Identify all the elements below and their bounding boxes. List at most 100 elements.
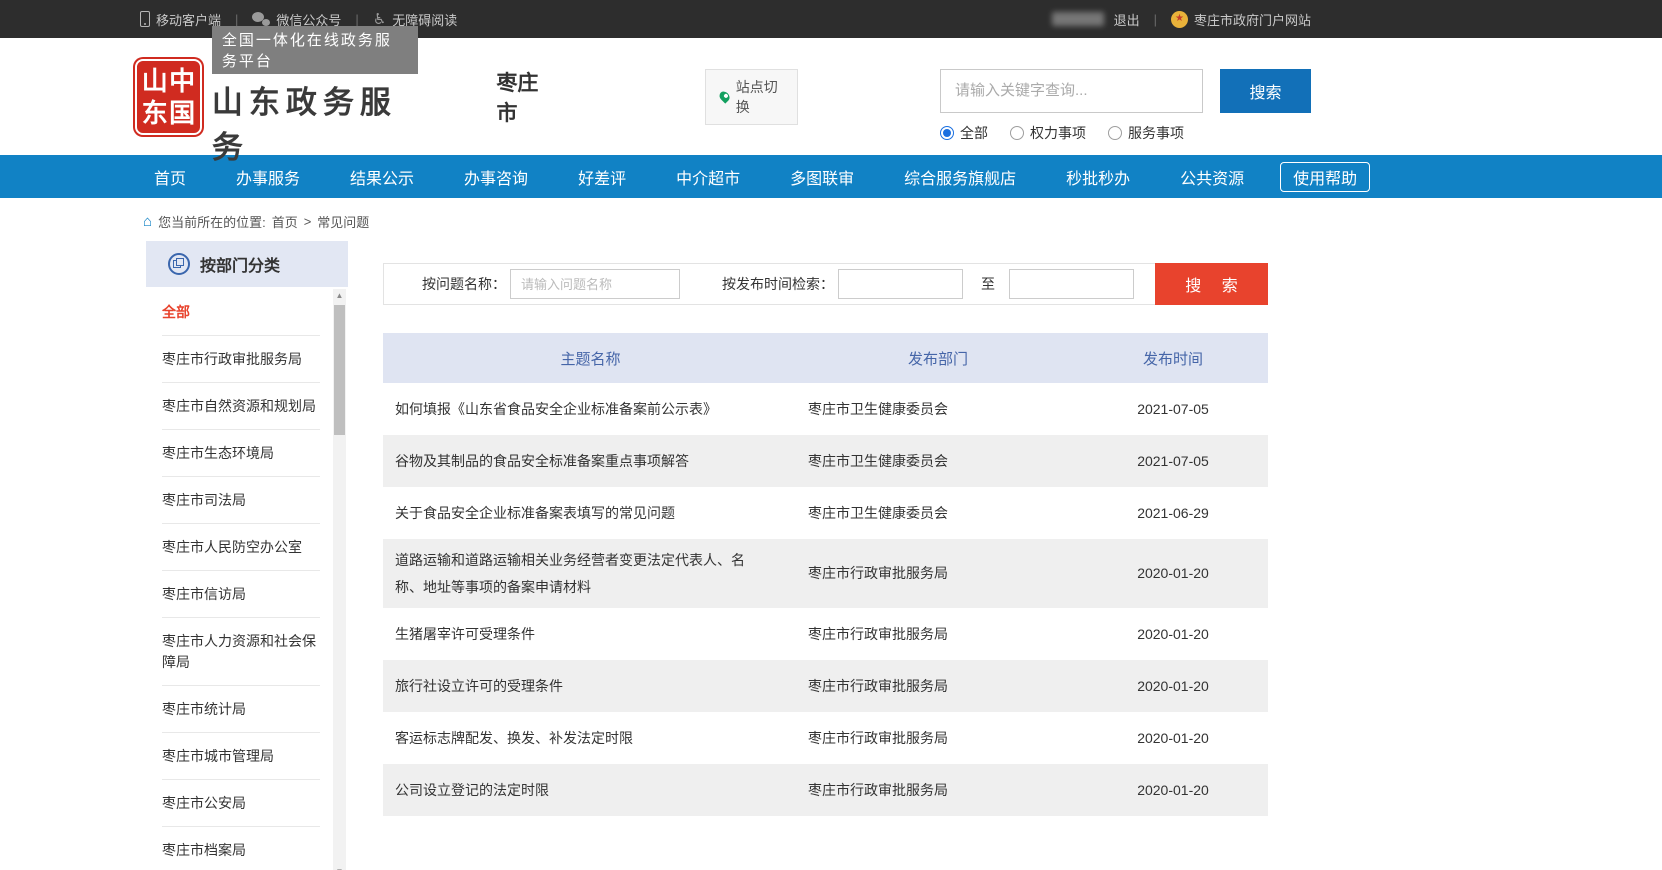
filter-bar: 按问题名称： 按发布时间检索： 至 搜 索 (383, 263, 1268, 305)
radio-power-items[interactable]: 权力事项 (1010, 123, 1086, 143)
table-row[interactable]: 如何填报《山东省食品安全企业标准备案前公示表》 枣庄市卫生健康委员会 2021-… (383, 383, 1268, 435)
table-row[interactable]: 道路运输和道路运输相关业务经营者变更法定代表人、名称、地址等事项的备案申请材料 … (383, 539, 1268, 608)
radio-service-items-label: 服务事项 (1128, 123, 1184, 143)
national-emblem-icon: ★ (1171, 11, 1188, 28)
brand-block: 全国一体化在线政务服务平台 山东政务服务 (212, 26, 419, 167)
seal-char: 国 (168, 97, 195, 129)
table-row[interactable]: 生猪屠宰许可受理条件 枣庄市行政审批服务局 2020-01-20 (383, 608, 1268, 660)
breadcrumb-current: 常见问题 (317, 212, 369, 231)
logout-link[interactable]: 退出 (1114, 10, 1140, 29)
nav-item-multi-review[interactable]: 多图联审 (776, 155, 868, 198)
row-dept: 枣庄市行政审批服务局 (798, 621, 1078, 648)
seal-char: 中 (168, 65, 195, 97)
row-title-link[interactable]: 旅行社设立许可的受理条件 (383, 665, 798, 708)
row-date: 2020-01-20 (1078, 560, 1268, 587)
row-title-link[interactable]: 生猪屠宰许可受理条件 (383, 613, 798, 656)
table-row[interactable]: 旅行社设立许可的受理条件 枣庄市行政审批服务局 2020-01-20 (383, 660, 1268, 712)
logout-label: 退出 (1114, 10, 1140, 29)
nav-item-consult[interactable]: 办事咨询 (450, 155, 542, 198)
sidebar-scrollbar[interactable]: ▲ ▼ (333, 289, 346, 870)
column-header-title: 主题名称 (383, 348, 798, 369)
sidebar-item-all[interactable]: 全部 (162, 289, 320, 336)
sidebar-item[interactable]: 枣庄市统计局 (162, 686, 320, 733)
row-dept: 枣庄市行政审批服务局 (798, 777, 1078, 804)
breadcrumb-home-link[interactable]: 首页 (272, 212, 298, 231)
scrollbar-thumb[interactable] (334, 305, 345, 435)
row-title-link[interactable]: 关于食品安全企业标准备案表填写的常见问题 (383, 492, 798, 535)
nav-item-results[interactable]: 结果公示 (336, 155, 428, 198)
platform-banner: 全国一体化在线政务服务平台 (212, 26, 419, 74)
scroll-up-icon[interactable]: ▲ (333, 289, 346, 302)
radio-dot-icon (1108, 126, 1122, 140)
radio-power-items-label: 权力事项 (1030, 123, 1086, 143)
nav-item-flagship-store[interactable]: 综合服务旗舰店 (890, 155, 1030, 198)
breadcrumb-separator: > (304, 214, 312, 229)
date-to-label: 至 (981, 274, 995, 294)
header-search-button[interactable]: 搜索 (1220, 69, 1311, 113)
row-date: 2021-07-05 (1078, 396, 1268, 423)
mobile-icon (140, 11, 150, 27)
nav-item-services[interactable]: 办事服务 (222, 155, 314, 198)
home-icon: ⌂ (143, 214, 152, 229)
table-header-row: 主题名称 发布部门 发布时间 (383, 333, 1268, 383)
sidebar-item[interactable]: 枣庄市城市管理局 (162, 733, 320, 780)
table-row[interactable]: 谷物及其制品的食品安全标准备案重点事项解答 枣庄市卫生健康委员会 2021-07… (383, 435, 1268, 487)
mobile-client-link[interactable]: 移动客户端 (140, 10, 221, 29)
faq-table: 主题名称 发布部门 发布时间 如何填报《山东省食品安全企业标准备案前公示表》 枣… (383, 333, 1268, 816)
sidebar-item[interactable]: 枣庄市行政审批服务局 (162, 336, 320, 383)
gov-portal-link[interactable]: ★ 枣庄市政府门户网站 (1171, 10, 1311, 29)
gov-portal-label: 枣庄市政府门户网站 (1194, 10, 1311, 29)
row-title-link[interactable]: 如何填报《山东省食品安全企业标准备案前公示表》 (383, 388, 798, 431)
scroll-down-icon[interactable]: ▼ (333, 865, 346, 870)
publish-date-label: 按发布时间检索： (722, 274, 834, 294)
question-name-input[interactable] (510, 269, 680, 299)
question-name-label: 按问题名称： (422, 274, 506, 294)
sidebar-item[interactable]: 枣庄市人力资源和社会保障局 (162, 618, 320, 686)
sidebar-item[interactable]: 枣庄市生态环境局 (162, 430, 320, 477)
row-title-link[interactable]: 谷物及其制品的食品安全标准备案重点事项解答 (383, 440, 798, 483)
city-name: 枣庄市 (496, 67, 550, 127)
main-nav: 首页 办事服务 结果公示 办事咨询 好差评 中介超市 多图联审 综合服务旗舰店 … (0, 155, 1662, 198)
filter-search-button[interactable]: 搜 索 (1155, 263, 1268, 305)
sidebar-item[interactable]: 枣庄市信访局 (162, 571, 320, 618)
divider: | (235, 12, 238, 27)
nav-item-reviews[interactable]: 好差评 (564, 155, 640, 198)
breadcrumb-prefix: 您当前所在的位置: (158, 212, 266, 231)
date-to-input[interactable] (1009, 269, 1134, 299)
sidebar-item[interactable]: 枣庄市人民防空办公室 (162, 524, 320, 571)
nav-item-instant-approval[interactable]: 秒批秒办 (1052, 155, 1144, 198)
site-switch-label: 站点切换 (736, 77, 783, 117)
row-date: 2020-01-20 (1078, 777, 1268, 804)
sidebar-item[interactable]: 枣庄市司法局 (162, 477, 320, 524)
column-header-date: 发布时间 (1078, 348, 1268, 369)
row-title-link[interactable]: 公司设立登记的法定时限 (383, 769, 798, 812)
nav-item-home[interactable]: 首页 (140, 155, 200, 198)
row-date: 2020-01-20 (1078, 725, 1268, 752)
row-date: 2020-01-20 (1078, 621, 1268, 648)
table-row[interactable]: 公司设立登记的法定时限 枣庄市行政审批服务局 2020-01-20 (383, 764, 1268, 816)
site-switch-button[interactable]: 站点切换 (705, 69, 798, 125)
radio-service-items[interactable]: 服务事项 (1108, 123, 1184, 143)
breadcrumb: ⌂ 您当前所在的位置: 首页 > 常见问题 (131, 198, 1311, 241)
sidebar-header: 按部门分类 (146, 241, 348, 287)
row-title-link[interactable]: 道路运输和道路运输相关业务经营者变更法定代表人、名称、地址等事项的备案申请材料 (383, 539, 798, 608)
shandong-seal-logo[interactable]: 山 中 东 国 (135, 59, 202, 135)
radio-all[interactable]: 全部 (940, 123, 988, 143)
row-title-link[interactable]: 客运标志牌配发、换发、补发法定时限 (383, 717, 798, 760)
sidebar-item[interactable]: 枣庄市自然资源和规划局 (162, 383, 320, 430)
table-row[interactable]: 关于食品安全企业标准备案表填写的常见问题 枣庄市卫生健康委员会 2021-06-… (383, 487, 1268, 539)
main-content: 按问题名称： 按发布时间检索： 至 搜 索 主题名称 发布部门 发布时间 如何填… (383, 241, 1268, 816)
row-dept: 枣庄市行政审批服务局 (798, 560, 1078, 587)
nav-item-public-resources[interactable]: 公共资源 (1166, 155, 1258, 198)
nav-item-agency-market[interactable]: 中介超市 (662, 155, 754, 198)
row-dept: 枣庄市卫生健康委员会 (798, 500, 1078, 527)
location-pin-icon (718, 89, 732, 103)
sidebar-item[interactable]: 枣庄市公安局 (162, 780, 320, 827)
sidebar-item[interactable]: 枣庄市档案局 (162, 827, 320, 870)
nav-item-help[interactable]: 使用帮助 (1280, 162, 1370, 192)
seal-char: 山 (141, 65, 168, 97)
keyword-search-input[interactable] (940, 69, 1203, 113)
table-row[interactable]: 客运标志牌配发、换发、补发法定时限 枣庄市行政审批服务局 2020-01-20 (383, 712, 1268, 764)
date-from-input[interactable] (838, 269, 963, 299)
row-dept: 枣庄市行政审批服务局 (798, 725, 1078, 752)
